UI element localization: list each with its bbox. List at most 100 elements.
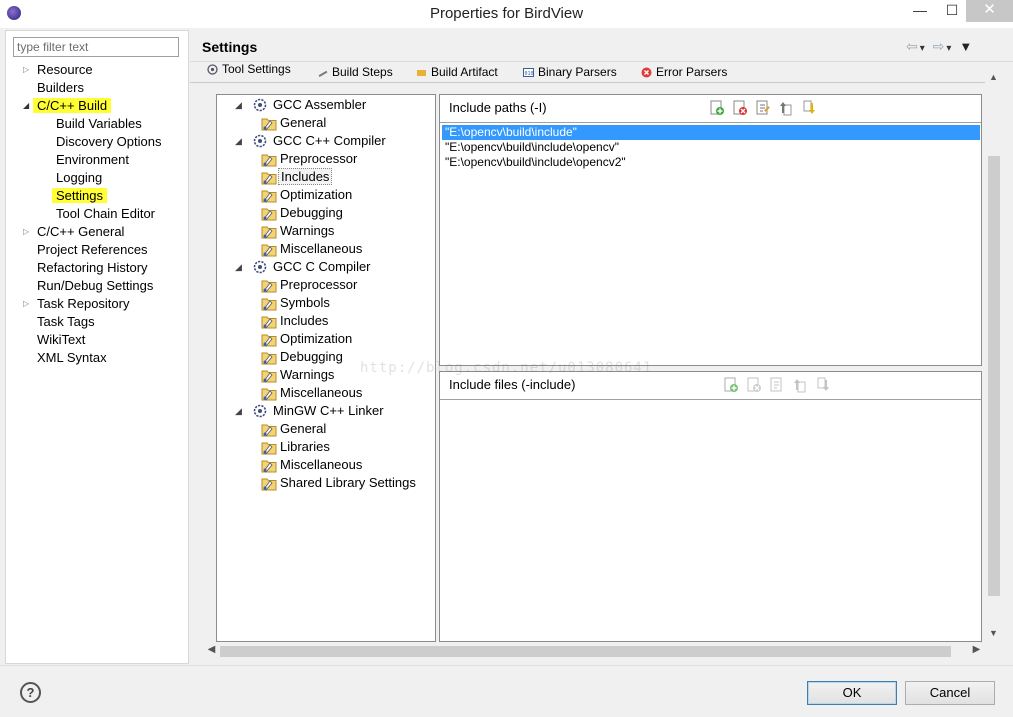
collapse-arrow-icon[interactable]: ◢ <box>235 258 245 276</box>
tool-option-general[interactable]: General <box>261 420 326 438</box>
build-steps-icon <box>318 70 328 77</box>
minimize-button[interactable]: — <box>904 0 936 22</box>
forward-arrow-icon[interactable]: ⇨ <box>933 38 947 54</box>
scroll-right-icon[interactable]: ▶ <box>970 644 983 655</box>
delete-path-icon[interactable] <box>732 100 748 116</box>
view-menu-icon[interactable]: ▼ <box>959 39 974 54</box>
collapse-arrow-icon[interactable]: ◢ <box>23 97 35 115</box>
nav-item-cpp-build[interactable]: ◢ C/C++ Build <box>23 97 112 115</box>
move-up-icon[interactable] <box>792 377 808 393</box>
collapse-arrow-icon[interactable]: ◢ <box>235 132 245 150</box>
include-files-label: Include files (-include) <box>449 377 576 392</box>
move-down-icon[interactable] <box>815 377 831 393</box>
edit-path-icon[interactable] <box>755 100 771 116</box>
option-category-icon <box>261 424 277 437</box>
tab-binary-parsers[interactable]: 010 Binary Parsers <box>520 65 617 81</box>
tool-option-debugging[interactable]: Debugging <box>261 204 343 222</box>
tool-option-miscellaneous[interactable]: Miscellaneous <box>261 384 362 402</box>
help-icon[interactable]: ? <box>20 682 41 703</box>
expand-arrow-icon[interactable]: ▷ <box>23 61 35 79</box>
option-category-icon <box>261 352 277 365</box>
tool-option-preprocessor[interactable]: Preprocessor <box>261 276 357 294</box>
move-up-icon[interactable] <box>778 100 794 116</box>
tool-option-includes[interactable]: Includes <box>261 168 333 186</box>
chevron-down-icon[interactable]: ▾ <box>946 43 953 54</box>
scroll-left-icon[interactable]: ◀ <box>205 644 218 655</box>
tool-node[interactable]: ◢ MinGW C++ Linker <box>235 402 384 420</box>
ok-button[interactable]: OK <box>807 681 897 705</box>
option-category-icon <box>261 370 277 383</box>
tool-node[interactable]: ◢ GCC Assembler <box>235 96 366 114</box>
error-parsers-icon <box>641 67 652 78</box>
nav-item-build-variables[interactable]: Build Variables <box>56 115 142 133</box>
nav-item-builders[interactable]: Builders <box>37 79 84 97</box>
chevron-down-icon[interactable]: ▾ <box>920 43 927 54</box>
nav-item-xml-syntax[interactable]: XML Syntax <box>37 349 107 367</box>
nav-item-task-tags[interactable]: Task Tags <box>37 313 95 331</box>
include-files-list[interactable] <box>440 402 981 640</box>
tool-node[interactable]: ◢ GCC C Compiler <box>235 258 371 276</box>
expand-arrow-icon[interactable]: ▷ <box>23 295 35 313</box>
scroll-thumb[interactable] <box>220 646 951 657</box>
nav-item-discovery-options[interactable]: Discovery Options <box>56 133 161 151</box>
move-down-icon[interactable] <box>801 100 817 116</box>
cancel-button[interactable]: Cancel <box>905 681 995 705</box>
tool-option-libraries[interactable]: Libraries <box>261 438 330 456</box>
include-paths-list[interactable]: "E:\opencv\build\include" "E:\opencv\buil… <box>440 125 981 365</box>
filter-input[interactable] <box>13 37 179 57</box>
tab-build-artifact[interactable]: Build Artifact <box>413 65 498 81</box>
close-button[interactable]: ✕ <box>966 0 1013 22</box>
nav-item-cpp-general[interactable]: ▷ C/C++ General <box>23 223 124 241</box>
add-path-icon[interactable] <box>709 100 725 116</box>
expand-arrow-icon[interactable]: ▷ <box>23 223 35 241</box>
nav-item-tool-chain-editor[interactable]: Tool Chain Editor <box>56 205 155 223</box>
include-paths-label: Include paths (-I) <box>449 100 547 115</box>
tool-option-optimization[interactable]: Optimization <box>261 330 352 348</box>
option-category-icon <box>261 460 277 473</box>
list-item[interactable]: "E:\opencv\build\include\opencv" <box>442 140 980 155</box>
delete-file-icon[interactable] <box>746 377 762 393</box>
back-arrow-icon[interactable]: ⇦ <box>906 38 920 54</box>
edit-file-icon[interactable] <box>769 377 785 393</box>
add-file-icon[interactable] <box>723 377 739 393</box>
nav-item-resource[interactable]: ▷ Resource <box>23 61 93 79</box>
option-category-icon <box>261 316 277 329</box>
include-files-panel: Include files (-include) <box>439 371 982 642</box>
nav-item-wikitext[interactable]: WikiText <box>37 331 85 349</box>
tool-option-optimization[interactable]: Optimization <box>261 186 352 204</box>
nav-item-project-references[interactable]: Project References <box>37 241 148 259</box>
tool-option-miscellaneous[interactable]: Miscellaneous <box>261 240 362 258</box>
maximize-button[interactable]: ☐ <box>936 0 968 22</box>
tool-option-warnings[interactable]: Warnings <box>261 222 334 240</box>
tool-option-debugging[interactable]: Debugging <box>261 348 343 366</box>
collapse-arrow-icon[interactable]: ◢ <box>235 402 245 420</box>
nav-item-task-repository[interactable]: ▷ Task Repository <box>23 295 129 313</box>
option-category-icon <box>261 190 277 203</box>
scroll-down-icon[interactable]: ▼ <box>987 628 1000 641</box>
tool-option-symbols[interactable]: Symbols <box>261 294 330 312</box>
collapse-arrow-icon[interactable]: ◢ <box>235 96 245 114</box>
tool-option-preprocessor[interactable]: Preprocessor <box>261 150 357 168</box>
nav-item-refactoring-history[interactable]: Refactoring History <box>37 259 148 277</box>
horizontal-scrollbar[interactable]: ◀ ▶ <box>202 643 987 660</box>
nav-item-run-debug-settings[interactable]: Run/Debug Settings <box>37 277 153 295</box>
option-category-icon <box>261 280 277 293</box>
tab-error-parsers[interactable]: Error Parsers <box>638 65 727 81</box>
tool-option-warnings[interactable]: Warnings <box>261 366 334 384</box>
nav-item-logging[interactable]: Logging <box>56 169 102 187</box>
list-item[interactable]: "E:\opencv\build\include\opencv2" <box>442 155 980 170</box>
tab-build-steps[interactable]: Build Steps <box>314 65 393 81</box>
tool-option-shared-library-settings[interactable]: Shared Library Settings <box>261 474 416 492</box>
scroll-up-icon[interactable]: ▲ <box>987 72 1000 85</box>
vertical-scrollbar[interactable]: ▲ ▼ <box>985 70 1002 645</box>
tool-option-miscellaneous[interactable]: Miscellaneous <box>261 456 362 474</box>
tool-option-general[interactable]: General <box>261 114 326 132</box>
nav-item-settings[interactable]: Settings <box>52 187 107 205</box>
scroll-thumb[interactable] <box>988 156 1000 596</box>
list-item[interactable]: "E:\opencv\build\include" <box>442 125 980 140</box>
tab-tool-settings[interactable]: Tool Settings <box>204 62 291 78</box>
tool-node[interactable]: ◢ GCC C++ Compiler <box>235 132 386 150</box>
include-paths-header: Include paths (-I) <box>440 95 981 123</box>
tool-option-includes[interactable]: Includes <box>261 312 328 330</box>
nav-item-environment[interactable]: Environment <box>56 151 129 169</box>
